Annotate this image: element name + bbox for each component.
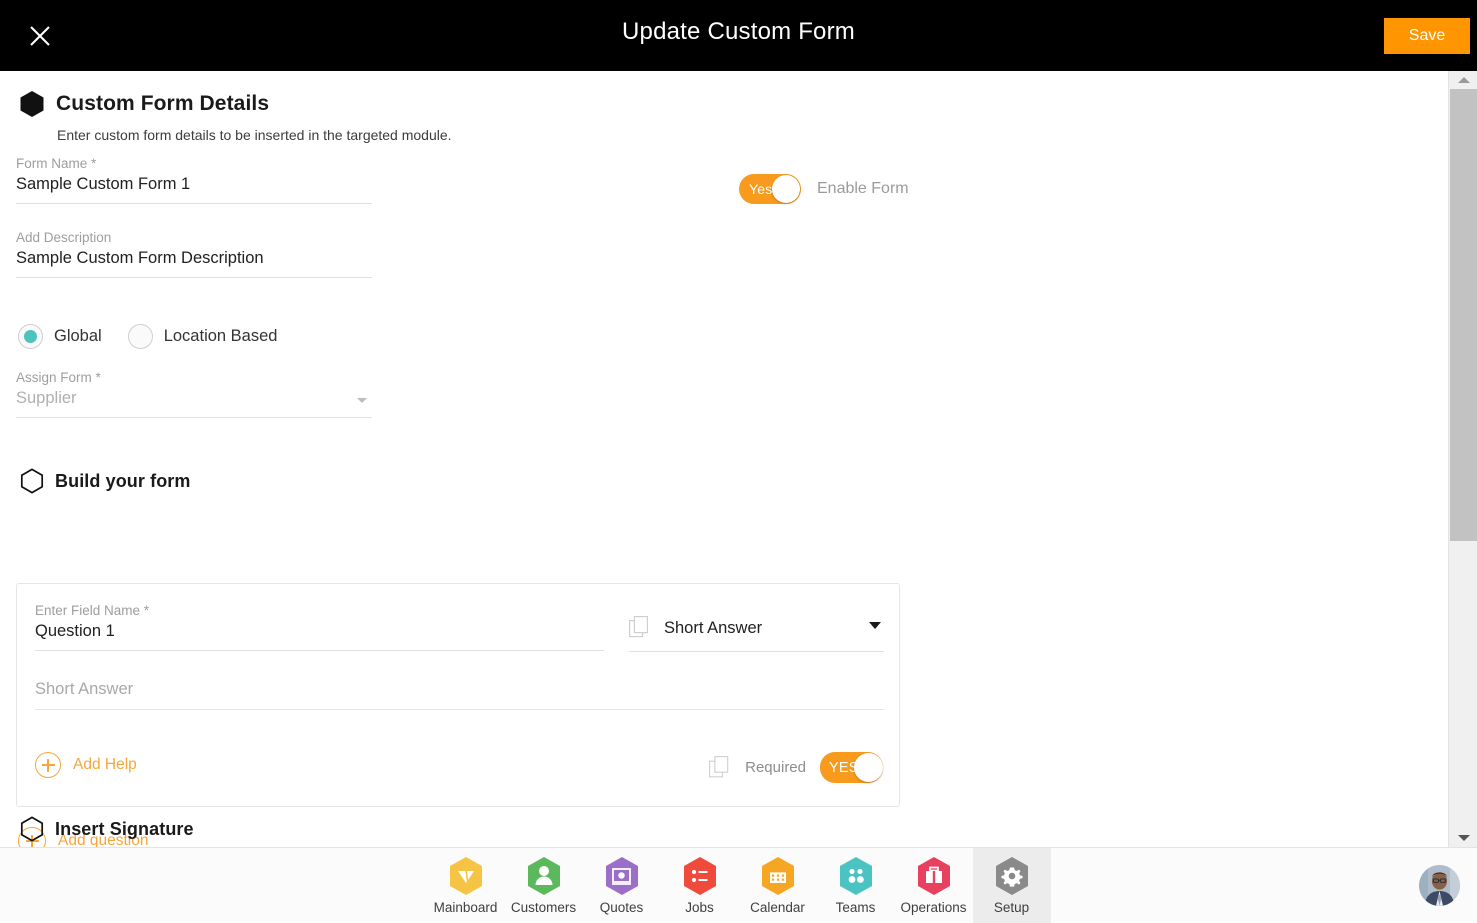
bottom-navigation-bar: Mainboard Customers Quotes <box>0 847 1477 922</box>
chevron-up-icon[interactable] <box>1449 71 1477 89</box>
section-title: Insert Signature <box>55 819 194 840</box>
radio-location-based[interactable]: Location Based <box>128 324 278 349</box>
toggle-knob <box>772 175 800 203</box>
nav-item-calendar[interactable]: Calendar <box>739 848 817 923</box>
section-title: Custom Form Details <box>56 92 269 116</box>
gear-icon <box>993 855 1031 897</box>
toggle-knob <box>854 753 883 782</box>
assign-form-select[interactable]: Supplier <box>16 389 372 418</box>
hexagon-outline-icon <box>20 468 44 494</box>
top-app-bar: Update Custom Form Save <box>0 0 1477 71</box>
user-avatar-image <box>1419 865 1460 906</box>
assign-form-field[interactable]: Assign Form * Supplier <box>16 370 372 418</box>
description-input[interactable]: Sample Custom Form Description <box>16 249 372 278</box>
nav-item-mainboard[interactable]: Mainboard <box>427 848 505 923</box>
build-your-form-header: Build your form <box>20 468 191 494</box>
nav-item-jobs[interactable]: Jobs <box>661 848 739 923</box>
field-type-value: Short Answer <box>664 619 762 638</box>
chevron-down-icon[interactable] <box>357 398 367 403</box>
copy-icon[interactable] <box>709 756 731 780</box>
hexagon-outline-icon <box>20 816 44 842</box>
field-name-label: Enter Field Name * <box>35 603 604 618</box>
nav-item-teams[interactable]: Teams <box>817 848 895 923</box>
form-content-area: Custom Form Details Enter custom form de… <box>0 71 1448 847</box>
assign-form-label: Assign Form * <box>16 370 372 385</box>
custom-form-details-header: Custom Form Details <box>19 90 269 118</box>
description-field[interactable]: Add Description Sample Custom Form Descr… <box>16 230 372 278</box>
answer-placeholder: Short Answer <box>35 680 884 710</box>
operations-icon <box>915 855 953 897</box>
field-name-field[interactable]: Enter Field Name * Question 1 <box>35 603 604 651</box>
scrollbar-thumb[interactable] <box>1450 89 1477 541</box>
insert-signature-header: Insert Signature <box>20 816 194 842</box>
form-name-input[interactable]: Sample Custom Form 1 <box>16 175 372 204</box>
plus-icon <box>35 752 61 778</box>
chevron-down-icon[interactable] <box>869 622 881 629</box>
radio-location-based-dot <box>128 324 153 349</box>
save-button[interactable]: Save <box>1384 18 1470 54</box>
add-help-label: Add Help <box>73 756 137 774</box>
radio-global[interactable]: Global <box>18 324 102 349</box>
calendar-icon <box>759 855 797 897</box>
page-title: Update Custom Form <box>0 18 1477 46</box>
nav-label: Calendar <box>750 900 805 915</box>
nav-label: Jobs <box>685 900 714 915</box>
form-name-field[interactable]: Form Name * Sample Custom Form 1 <box>16 156 372 204</box>
section-subtitle: Enter custom form details to be inserted… <box>57 127 452 143</box>
add-help-button[interactable]: Add Help <box>35 752 137 778</box>
section-title: Build your form <box>55 471 191 492</box>
enable-form-label: Enable Form <box>817 180 909 198</box>
radio-global-dot <box>18 324 43 349</box>
required-toggle[interactable]: YES <box>820 752 883 783</box>
radio-global-label: Global <box>54 327 102 346</box>
vertical-scrollbar[interactable] <box>1448 71 1477 847</box>
nav-label: Operations <box>900 900 966 915</box>
answer-preview-field[interactable]: Short Answer <box>35 680 884 710</box>
mainboard-icon <box>447 855 485 897</box>
nav-items: Mainboard Customers Quotes <box>427 848 1051 923</box>
enable-form-toggle-text: Yes <box>749 181 772 197</box>
field-name-input[interactable]: Question 1 <box>35 622 604 651</box>
enable-form-toggle[interactable]: Yes <box>739 174 801 204</box>
avatar[interactable] <box>1419 865 1460 906</box>
nav-item-operations[interactable]: Operations <box>895 848 973 923</box>
required-row: Required YES <box>709 752 883 783</box>
field-type-select[interactable]: Short Answer <box>629 616 884 652</box>
form-name-label: Form Name * <box>16 156 372 171</box>
nav-item-quotes[interactable]: Quotes <box>583 848 661 923</box>
copy-icon[interactable] <box>629 616 651 640</box>
radio-location-based-label: Location Based <box>164 327 278 346</box>
question-card: Enter Field Name * Question 1 Short Answ… <box>16 583 900 807</box>
enable-form-row: Yes Enable Form <box>739 174 909 204</box>
teams-icon <box>837 855 875 897</box>
scope-radio-group: Global Location Based <box>18 324 277 349</box>
customers-icon <box>525 855 563 897</box>
required-label: Required <box>745 759 806 776</box>
jobs-icon <box>681 855 719 897</box>
nav-label: Setup <box>994 900 1029 915</box>
nav-label: Teams <box>836 900 876 915</box>
quotes-icon <box>603 855 641 897</box>
nav-item-customers[interactable]: Customers <box>505 848 583 923</box>
chevron-down-icon[interactable] <box>1449 829 1477 847</box>
nav-item-setup[interactable]: Setup <box>973 848 1051 923</box>
nav-label: Customers <box>511 900 576 915</box>
description-label: Add Description <box>16 230 372 245</box>
hexagon-filled-icon <box>19 90 45 118</box>
nav-label: Quotes <box>600 900 644 915</box>
nav-label: Mainboard <box>434 900 498 915</box>
